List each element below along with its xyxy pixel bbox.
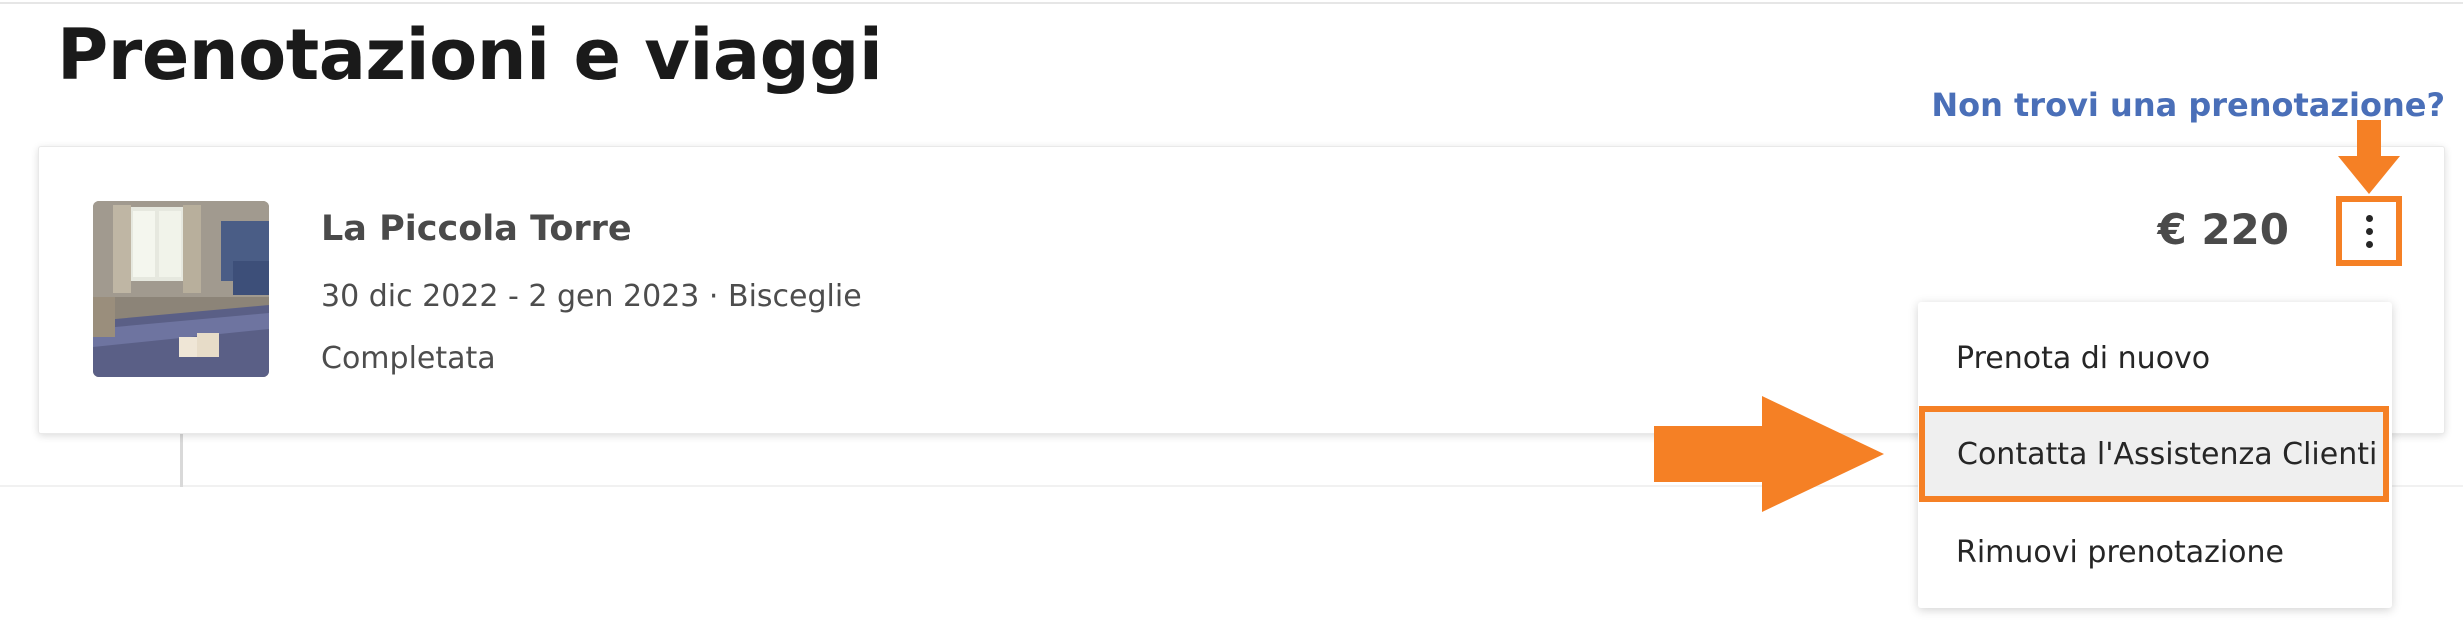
menu-item-contact-support[interactable]: Contatta l'Assistenza Clienti	[1919, 406, 2389, 502]
hotel-name[interactable]: La Piccola Torre	[321, 209, 632, 249]
hotel-room-image	[93, 201, 269, 377]
kebab-vertical-icon	[2365, 214, 2373, 248]
missing-booking-link[interactable]: Non trovi una prenotazione?	[1931, 86, 2445, 124]
arrow-down-icon	[2338, 120, 2400, 194]
booking-dates-location: 30 dic 2022 - 2 gen 2023 · Bisceglie	[321, 279, 862, 314]
top-divider	[0, 2, 2463, 4]
booking-status: Completata	[321, 341, 496, 376]
timeline-line	[180, 432, 183, 487]
page-title: Prenotazioni e viaggi	[57, 14, 883, 96]
booking-price: € 220	[2157, 205, 2289, 254]
hotel-thumbnail[interactable]	[93, 201, 269, 377]
arrow-right-icon	[1654, 396, 1884, 512]
menu-item-book-again[interactable]: Prenota di nuovo	[1918, 310, 2392, 406]
booking-actions-menu: Prenota di nuovo Contatta l'Assistenza C…	[1918, 302, 2392, 608]
menu-item-remove-booking[interactable]: Rimuovi prenotazione	[1918, 504, 2392, 600]
more-options-button[interactable]	[2336, 196, 2402, 266]
